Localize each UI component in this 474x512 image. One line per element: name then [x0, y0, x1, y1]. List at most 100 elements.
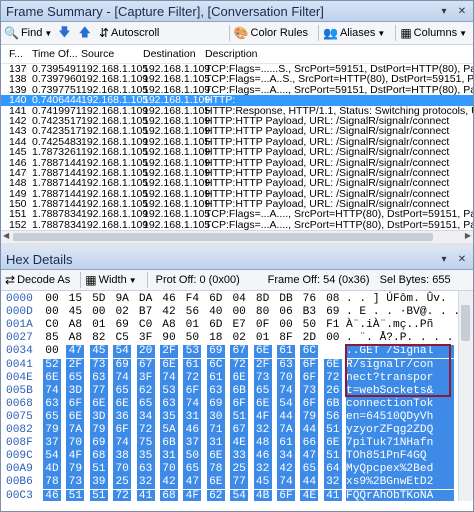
hex-byte[interactable]: 63 — [136, 463, 155, 477]
hex-byte[interactable]: 6E — [323, 358, 342, 372]
hex-byte[interactable]: 4B — [253, 489, 272, 501]
hex-byte[interactable]: 69 — [113, 358, 132, 372]
hex-byte[interactable]: 74 — [277, 476, 295, 490]
hex-byte[interactable]: 42 — [160, 306, 178, 319]
hex-byte[interactable]: 37 — [183, 437, 202, 451]
hex-byte[interactable]: 4F — [66, 450, 85, 464]
hex-byte[interactable]: 73 — [300, 384, 319, 398]
hex-byte[interactable]: 6D — [207, 293, 225, 306]
hex-byte[interactable]: 69 — [324, 306, 342, 319]
hex-ascii-text[interactable]: . . ] ÚFôm. Ûv. — [346, 293, 454, 306]
hex-byte[interactable]: 73 — [66, 476, 85, 490]
column-header-source[interactable]: Source — [81, 48, 114, 60]
hex-byte[interactable]: 6E — [253, 345, 272, 359]
hex-byte[interactable]: DB — [277, 293, 295, 306]
hex-byte[interactable]: 46 — [160, 293, 178, 306]
hex-byte[interactable]: 6E — [206, 450, 225, 464]
hex-ascii-text[interactable]: ..GET /Signal — [346, 345, 454, 359]
hex-byte[interactable]: 25 — [113, 476, 132, 490]
hex-byte[interactable]: 54 — [113, 345, 132, 359]
hex-byte[interactable]: 6E — [160, 358, 178, 372]
hex-byte[interactable]: 63 — [206, 384, 225, 398]
hex-byte[interactable]: 76 — [300, 293, 318, 306]
columns-button[interactable]: ▦ Columns ▼ — [400, 26, 467, 40]
hex-byte[interactable]: 71 — [206, 424, 225, 438]
hex-byte[interactable]: B3 — [300, 306, 318, 319]
hex-ascii-text[interactable]: xs9%2BGnwEtD2 — [346, 476, 454, 490]
hex-byte[interactable]: 65 — [136, 397, 155, 411]
hex-ascii-text[interactable]: R/signalr/con — [346, 358, 454, 372]
hex-byte[interactable]: 73 — [89, 358, 108, 372]
column-header-time[interactable]: Time Of... — [32, 48, 78, 60]
hex-byte[interactable]: 6F — [230, 397, 249, 411]
hex-byte[interactable]: 74 — [113, 371, 132, 385]
scrollbar-thumb[interactable] — [13, 233, 433, 241]
hex-byte[interactable]: 52 — [43, 358, 61, 372]
hex-byte[interactable]: 70 — [277, 371, 295, 385]
close-pane-icon[interactable]: ✕ — [455, 252, 469, 266]
hex-byte[interactable]: 77 — [89, 384, 108, 398]
hex-byte[interactable]: 00 — [43, 345, 61, 358]
hex-byte[interactable]: 01 — [254, 332, 272, 345]
column-header-frame[interactable]: F... — [9, 48, 23, 60]
hex-byte[interactable]: 00 — [43, 293, 61, 306]
hex-byte[interactable]: 6E — [230, 371, 249, 385]
hex-byte[interactable]: 6F — [300, 371, 319, 385]
hex-byte[interactable]: 3F — [136, 371, 155, 385]
hex-byte[interactable]: 6E — [206, 476, 225, 490]
hex-byte[interactable]: 64 — [323, 463, 342, 477]
width-button[interactable]: ▦ Width ▼ — [85, 273, 136, 287]
column-header-destination[interactable]: Destination — [143, 48, 196, 60]
find-next-button[interactable]: 🡇 — [58, 23, 72, 44]
hex-byte[interactable]: 70 — [66, 437, 85, 451]
hex-byte[interactable]: 46 — [43, 489, 61, 501]
hex-byte[interactable]: 51 — [89, 463, 108, 477]
hex-byte[interactable]: 41 — [136, 489, 155, 501]
hex-byte[interactable]: 54 — [230, 489, 249, 501]
hex-byte[interactable]: 25 — [230, 463, 249, 477]
hex-byte[interactable]: 79 — [300, 410, 319, 424]
hex-byte[interactable]: 00 — [43, 306, 61, 319]
hex-byte[interactable]: 8F — [277, 332, 295, 345]
hex-byte[interactable]: 4F — [253, 410, 272, 424]
hex-byte[interactable]: 6E — [66, 410, 85, 424]
hex-byte[interactable]: 66 — [300, 437, 319, 451]
hex-ascii-text[interactable]: . ¨. Å?.P. . . . -. — [346, 332, 473, 345]
hex-byte[interactable]: 6E — [43, 371, 61, 385]
hex-byte[interactable]: 3D — [66, 384, 85, 398]
hex-byte[interactable]: C0 — [137, 319, 155, 332]
hex-byte[interactable]: 70 — [113, 463, 132, 477]
hex-byte[interactable]: 0F — [254, 319, 272, 332]
hex-byte[interactable]: 00 — [277, 319, 295, 332]
hex-byte[interactable]: 5A — [160, 424, 178, 438]
hex-byte[interactable]: 41 — [323, 489, 342, 501]
hex-byte[interactable]: 65 — [300, 463, 319, 477]
hex-byte[interactable]: 39 — [89, 476, 108, 490]
hex-byte[interactable]: 74 — [183, 397, 202, 411]
table-row[interactable]: 145 1.7873261 192.168.1.105 192.168.1.109 HT… — [1, 147, 473, 158]
hex-byte[interactable]: 46 — [253, 450, 272, 464]
hex-byte[interactable]: 63 — [89, 371, 108, 385]
hex-byte[interactable]: 53 — [160, 384, 178, 398]
hex-byte[interactable]: 85 — [43, 332, 61, 345]
hex-byte[interactable]: 54 — [43, 450, 61, 464]
hex-byte[interactable]: 50 — [300, 319, 318, 332]
hex-byte[interactable]: A8 — [66, 319, 84, 332]
hex-byte[interactable]: 68 — [89, 450, 108, 464]
hex-byte[interactable]: 42 — [277, 463, 295, 477]
hex-byte[interactable]: 42 — [160, 476, 178, 490]
hex-byte[interactable]: 44 — [300, 424, 319, 438]
hex-byte[interactable]: 5D — [90, 293, 108, 306]
hex-byte[interactable]: 6F — [183, 384, 202, 398]
hex-byte[interactable]: 01 — [90, 319, 108, 332]
hex-byte[interactable]: 79 — [66, 463, 85, 477]
hex-byte[interactable]: 33 — [230, 450, 249, 464]
hex-byte[interactable]: 2F — [160, 345, 178, 359]
hex-byte[interactable]: 35 — [136, 450, 155, 464]
hex-byte[interactable]: 00 — [324, 332, 342, 345]
hex-byte[interactable]: DA — [137, 293, 155, 306]
hex-byte[interactable]: 61 — [277, 437, 295, 451]
hex-byte[interactable]: F1 — [324, 319, 342, 332]
hex-byte[interactable]: 20 — [136, 345, 155, 359]
hex-byte[interactable]: 74 — [43, 384, 61, 398]
